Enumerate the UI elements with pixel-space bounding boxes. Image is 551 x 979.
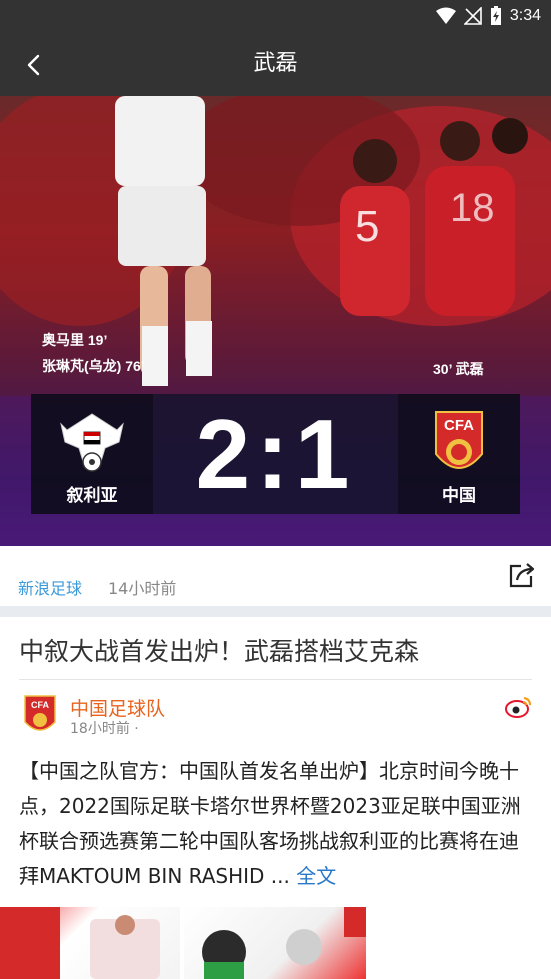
section-divider xyxy=(0,606,551,617)
page-title: 武磊 xyxy=(253,51,298,76)
article-title: 中叙大战首发出炉！武磊搭档艾克森 xyxy=(19,637,420,666)
article-body: 【中国之队官方：中国队首发名单出炉】北京时间今晚十点，2022国际足联卡塔尔世界… xyxy=(19,754,533,894)
title-divider xyxy=(19,679,532,680)
image-thumbnails xyxy=(0,907,551,979)
away-team-name: 中国 xyxy=(442,486,476,506)
read-more-link[interactable]: 全文 xyxy=(296,864,336,888)
syria-crest-icon xyxy=(60,413,124,472)
home-scorer-1: 奥马里 19’ xyxy=(42,332,108,348)
weibo-icon[interactable] xyxy=(505,694,533,718)
status-bar: 3:34 xyxy=(0,0,551,34)
no-signal-icon xyxy=(463,7,482,25)
author-time: 18小时前 · xyxy=(70,721,139,737)
away-team: CFA 中国 xyxy=(398,394,520,514)
thumbnail-image-1[interactable] xyxy=(0,907,180,979)
players-poster-graphic xyxy=(202,907,366,979)
status-icons: 3:34 xyxy=(435,6,541,26)
away-scorer-1: 30’ 武磊 xyxy=(433,361,484,377)
home-score: 2 xyxy=(195,399,257,509)
home-scorer-2: 张琳芃(乌龙) 76’ xyxy=(42,358,145,374)
svg-text:5: 5 xyxy=(355,202,379,251)
source-link[interactable]: 新浪足球 xyxy=(18,575,82,599)
author-name[interactable]: 中国足球队 xyxy=(70,694,165,721)
share-button[interactable] xyxy=(507,560,537,590)
home-team: 叙利亚 xyxy=(31,394,153,514)
article-meta: 新浪足球 14小时前 xyxy=(0,546,551,606)
author-avatar[interactable]: CFA xyxy=(23,694,57,736)
status-time: 3:34 xyxy=(509,7,541,24)
share-icon xyxy=(509,563,535,588)
author-row: CFA 中国足球队 18小时前 · xyxy=(19,692,533,742)
score-panel: 叙利亚 2:1 CFA 中国 xyxy=(31,394,520,514)
svg-text:CFA: CFA xyxy=(444,417,474,434)
wifi-icon xyxy=(435,7,456,24)
battery-charging-icon xyxy=(490,6,501,25)
scoreline: 2:1 xyxy=(195,399,356,509)
thumbnail-image-2[interactable] xyxy=(184,907,366,979)
svg-text:CFA: CFA xyxy=(31,700,50,710)
title-bar: 武磊 xyxy=(0,34,551,96)
away-score: 1 xyxy=(294,399,356,509)
home-team-name: 叙利亚 xyxy=(66,486,118,506)
article-body-text: 【中国之队官方：中国队首发名单出炉】北京时间今晚十点，2022国际足联卡塔尔世界… xyxy=(19,759,521,888)
cfa-crest-icon: CFA xyxy=(435,411,483,469)
publish-time: 14小时前 xyxy=(108,579,177,598)
svg-text:18: 18 xyxy=(450,186,495,230)
match-hero-image[interactable]: 5 18 奥马里 19’ 张琳芃(乌龙) 76’ 30’ 武磊 叙利亚 2:1 xyxy=(0,96,551,546)
lineup-poster-graphic xyxy=(0,907,160,979)
